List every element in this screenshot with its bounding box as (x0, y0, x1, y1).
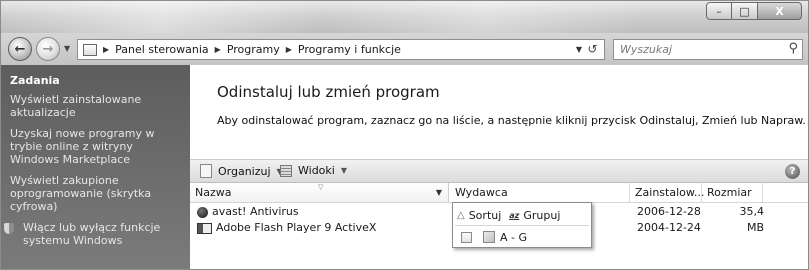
stack-folder-icon (483, 231, 495, 243)
publisher-filter-popup: △ Sortuj a̲z̲ Grupuj A - G (452, 202, 592, 248)
maximize-button[interactable]: □ (732, 2, 758, 20)
task-turn-windows-features[interactable]: Włącz lub wyłącz funkcje systemu Windows (4, 221, 181, 247)
chevron-down-icon: ▼ (340, 166, 347, 175)
main-content: Odinstaluj lub zmień program Aby odinsta… (190, 65, 808, 269)
avast-icon (197, 206, 208, 218)
title-bar: – □ X (1, 1, 808, 33)
views-label: Widoki (298, 164, 335, 177)
page-title: Odinstaluj lub zmień program (217, 83, 440, 101)
search-input[interactable] (614, 40, 774, 59)
forward-arrow-icon: → (42, 41, 54, 57)
minimize-button[interactable]: – (706, 2, 732, 20)
breadcrumb-item-programy[interactable]: Programy (227, 43, 280, 56)
glass-highlight (1, 1, 808, 33)
chevron-right-icon[interactable]: ▶ (215, 45, 221, 54)
program-name: avast! Antivirus (212, 205, 299, 218)
chevron-right-icon[interactable]: ▶ (286, 45, 292, 54)
filter-range-label: A - G (500, 230, 528, 244)
organize-icon (200, 164, 212, 178)
navigation-bar: ← → ▼ ▶ Panel sterowania ▶ Programy ▶ Pr… (1, 33, 808, 65)
breadcrumb-item-panel-sterowania[interactable]: Panel sterowania (115, 43, 209, 56)
task-pane: Zadania Wyświetl zainstalowane aktualiza… (1, 65, 190, 269)
sort-indicator-icon: ▽ (318, 183, 324, 191)
views-icon (280, 164, 292, 177)
column-header-label: Nazwa (195, 186, 232, 199)
close-button[interactable]: X (758, 2, 802, 20)
program-name-cell: avast! Antivirus (197, 204, 299, 220)
recent-pages-dropdown-icon[interactable]: ▼ (64, 44, 70, 53)
window: – □ X ← → ▼ ▶ Panel sterowania ▶ Program… (0, 0, 809, 270)
column-filter-dropdown-icon[interactable]: ▼ (436, 183, 442, 202)
column-header-size[interactable]: Rozmiar (702, 183, 763, 202)
installed-date: 2004-12-24 (637, 221, 701, 234)
column-headers: Nazwa ▽ ▼ Wydawca Zainstalow... Rozmiar (190, 183, 808, 203)
command-bar: Organizuj ▼ Widoki ▼ ? (190, 159, 808, 183)
installed-date: 2006-12-28 (637, 205, 701, 218)
task-label: Włącz lub wyłącz funkcje systemu Windows (23, 221, 161, 247)
search-box: ⚲ (613, 39, 803, 60)
organize-button[interactable]: Organizuj ▼ (200, 164, 283, 178)
task-pane-heading: Zadania (10, 74, 60, 87)
task-view-installed-updates[interactable]: Wyświetl zainstalowane aktualizacje (10, 93, 181, 119)
popup-sort-group-row: △ Sortuj a̲z̲ Grupuj (455, 206, 560, 224)
sort-ascending-icon: △ (457, 209, 465, 221)
uac-shield-icon (4, 223, 14, 234)
views-button[interactable]: Widoki ▼ (280, 164, 347, 177)
organize-label: Organizuj (218, 164, 271, 178)
chevron-right-icon[interactable]: ▶ (103, 45, 109, 54)
help-icon[interactable]: ? (785, 164, 800, 179)
filter-checkbox[interactable] (461, 231, 472, 243)
popup-divider (455, 225, 589, 226)
sort-option[interactable]: Sortuj (469, 209, 502, 222)
page-description: Aby odinstalować program, zaznacz go na … (217, 114, 806, 127)
column-header-publisher[interactable]: Wydawca (450, 183, 630, 202)
search-icon[interactable]: ⚲ (788, 41, 798, 56)
address-dropdown-icon[interactable]: ▼ (576, 45, 582, 54)
forward-button[interactable]: → (36, 37, 60, 61)
program-name: Adobe Flash Player 9 ActiveX (216, 221, 377, 234)
task-view-purchased-software[interactable]: Wyświetl zakupione oprogramowanie (skryt… (10, 174, 181, 213)
task-get-programs-online[interactable]: Uzyskaj nowe programy w trybie online z … (10, 127, 181, 166)
group-az-icon: a̲z̲ (509, 210, 520, 220)
program-name-cell: Adobe Flash Player 9 ActiveX (197, 220, 376, 236)
column-header-name[interactable]: Nazwa ▽ ▼ (190, 183, 449, 202)
control-panel-icon (83, 43, 97, 56)
refresh-icon[interactable]: ↺ (584, 41, 601, 58)
breadcrumb-item-programy-i-funkcje[interactable]: Programy i funkcje (298, 43, 401, 56)
caption-buttons: – □ X (706, 2, 802, 20)
back-arrow-icon: ← (14, 41, 26, 57)
filter-option-row[interactable]: A - G (455, 229, 527, 245)
column-header-installed[interactable]: Zainstalow... (630, 183, 704, 202)
back-button[interactable]: ← (8, 37, 32, 61)
group-option[interactable]: Grupuj (523, 209, 560, 222)
flash-icon (197, 222, 212, 234)
address-bar[interactable]: ▶ Panel sterowania ▶ Programy ▶ Programy… (77, 39, 605, 60)
breadcrumb: ▶ Panel sterowania ▶ Programy ▶ Programy… (97, 43, 401, 56)
